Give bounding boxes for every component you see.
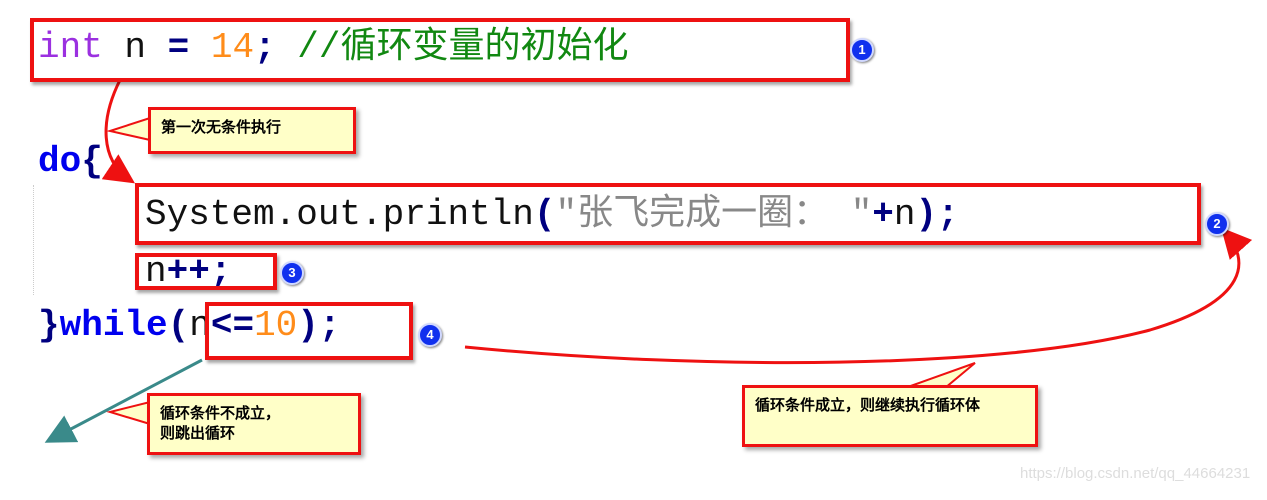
keyword-do: do — [38, 141, 82, 182]
indent-guide — [33, 185, 34, 295]
step-badge-3: 3 — [280, 261, 304, 285]
paren: ( — [167, 305, 190, 346]
callout-first-execution: 第一次无条件执行 — [148, 107, 356, 154]
code-line-do: do{ — [38, 142, 103, 182]
step-badge-2: 2 — [1205, 212, 1229, 236]
callout-text: 则跳出循环 — [160, 425, 236, 442]
brace: { — [81, 141, 103, 182]
step-badge-4: 4 — [418, 323, 442, 347]
callout-continue-loop: 循环条件成立，则继续执行循环体 — [742, 385, 1038, 447]
step-badge-1: 1 — [850, 38, 874, 62]
callout-text: 循环条件成立，则继续执行循环体 — [755, 397, 981, 414]
loop-back-arrow — [464, 227, 1253, 365]
highlight-box-4 — [205, 302, 413, 360]
keyword-while: while — [59, 305, 168, 346]
watermark: https://blog.csdn.net/qq_44664231 — [1020, 465, 1251, 482]
callout-exit-loop: 循环条件不成立， 则跳出循环 — [147, 393, 361, 455]
highlight-box-2 — [135, 183, 1201, 245]
highlight-box-1 — [30, 18, 850, 82]
highlight-box-3 — [135, 253, 277, 290]
callout-text: 第一次无条件执行 — [161, 119, 282, 136]
brace: } — [38, 305, 60, 346]
callout-text: 循环条件不成立， — [160, 405, 281, 422]
